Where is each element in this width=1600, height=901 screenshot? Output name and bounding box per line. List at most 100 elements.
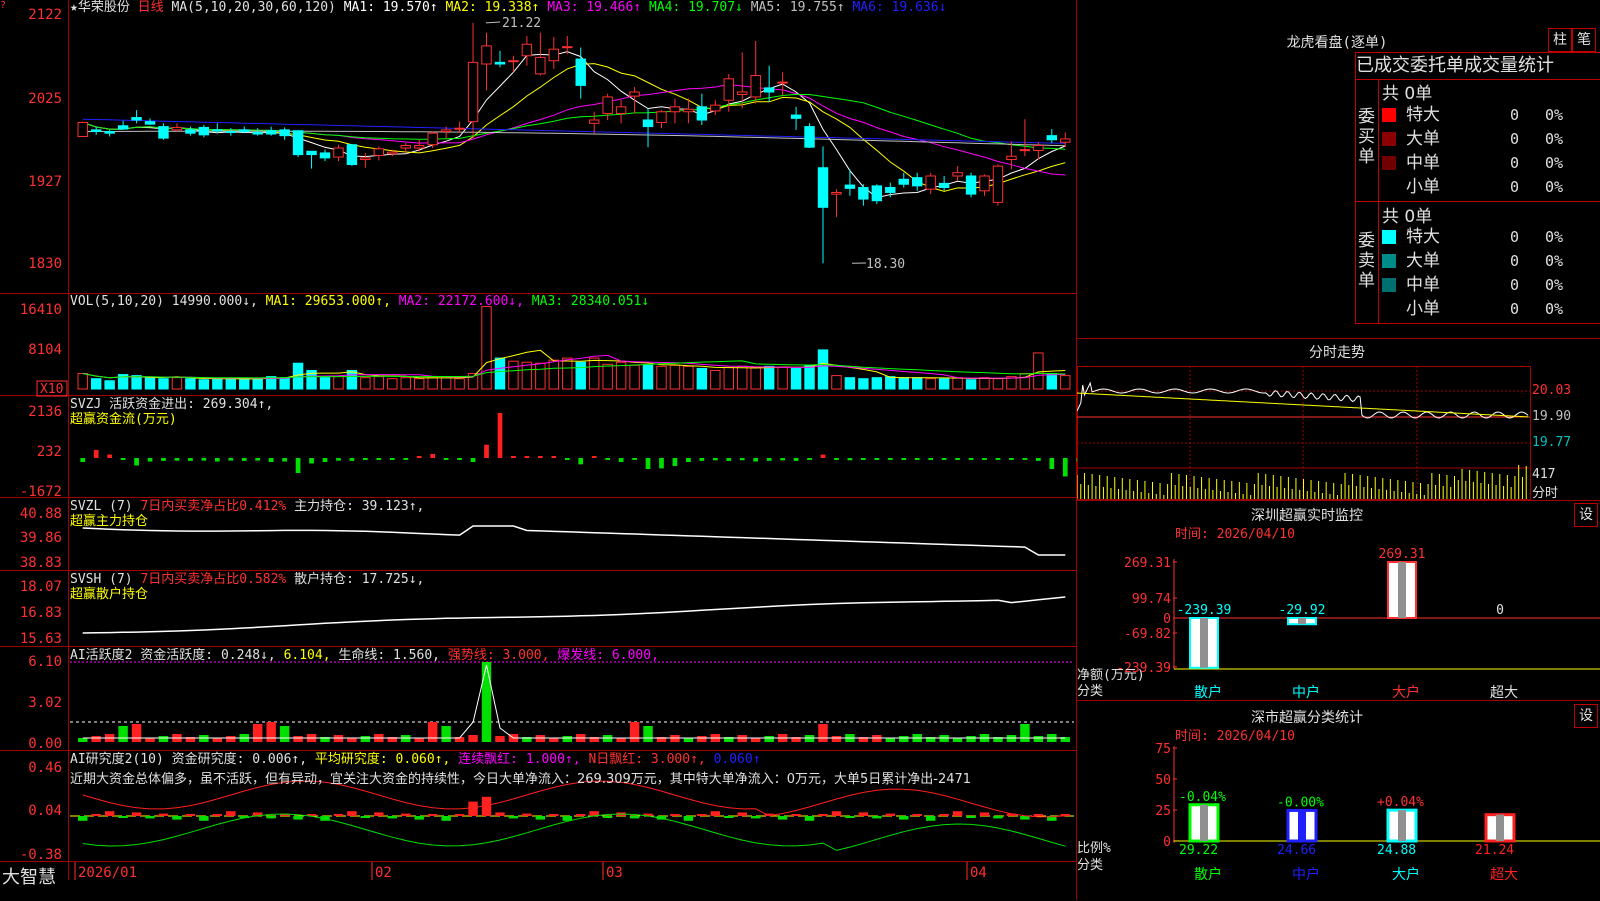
intraday-panel[interactable]: 分时走势 20.03 19.90 19.77 417 分时 [1077, 338, 1600, 501]
candle-body [1034, 146, 1043, 151]
ma10-line [83, 64, 1066, 192]
flow-bar [632, 458, 637, 460]
activity-bar [697, 736, 706, 742]
menu-marker[interactable]: ? [0, 0, 8, 8]
research-bar [266, 816, 275, 818]
flow-bar [309, 458, 314, 463]
monitor-bar-shade [1200, 618, 1208, 668]
color-swatch-icon [1382, 132, 1396, 146]
volume-bar [738, 366, 747, 389]
flow-bar [848, 458, 853, 460]
research-bar [401, 814, 410, 816]
flow-bar [296, 458, 301, 473]
volume-bar [213, 379, 222, 389]
candle-body [293, 131, 302, 155]
research-bar [91, 814, 100, 816]
volume-bar [643, 365, 652, 389]
activity-bar [468, 735, 477, 742]
stats-tabs[interactable]: 已成交委托单成交量统计 [1355, 52, 1600, 80]
volume-bar [226, 379, 235, 389]
volume-bar [320, 378, 329, 389]
activity-bar [818, 724, 827, 742]
candle-body [172, 127, 181, 129]
buy-side-label: 委买单 [1358, 107, 1378, 167]
monitor-bar-shade [1398, 562, 1406, 618]
flow-bar [767, 458, 772, 461]
svzj-tick: 232 [37, 444, 62, 460]
flow-bar [1023, 458, 1028, 460]
candle-body [764, 88, 773, 92]
volume-bar [899, 378, 908, 389]
volume-bar [724, 367, 733, 389]
color-swatch-icon [1382, 180, 1396, 194]
classify-change-label: +0.04% [1377, 795, 1424, 810]
activity-bar [428, 722, 437, 742]
ai2-last: 0.060↑ [714, 752, 761, 767]
activity-bar [91, 736, 100, 742]
buy-total: 共 0单 [1382, 79, 1432, 104]
candle-body [401, 146, 410, 148]
volume-bar [441, 377, 450, 389]
vol-ma20-line [83, 361, 1066, 378]
flow-bar [525, 456, 530, 458]
volume-bar [913, 378, 922, 389]
volume-bar [132, 376, 141, 389]
candle-body [939, 183, 948, 187]
research-bar [293, 816, 302, 820]
buy-row: 中单00% [1380, 151, 1600, 175]
volume-bar [576, 362, 585, 389]
color-swatch-icon [1382, 254, 1396, 268]
monitor-category: 中户 [1292, 684, 1320, 701]
research-bar [738, 812, 747, 816]
ma3-value: MA3: 19.466↑ [547, 0, 641, 15]
research-bar [495, 812, 504, 816]
volume-bar [684, 366, 693, 389]
candle-body [441, 130, 450, 132]
candle-body [859, 188, 868, 200]
volume-bar [1047, 374, 1056, 389]
flow-bar [202, 458, 207, 461]
research-bar [132, 812, 141, 816]
candle-body [253, 132, 262, 134]
candle-body [509, 61, 518, 62]
period-label[interactable]: 日线 [138, 0, 164, 15]
tick-view-button[interactable]: 笔 [1572, 28, 1596, 52]
ai2-nred: N日飘红: 3.000↑, [588, 752, 705, 767]
svsh-tick: 18.07 [20, 579, 62, 595]
candle-body [226, 132, 235, 133]
monitor-ytick: 0 [1163, 612, 1171, 627]
brand-logo[interactable]: 大智慧 [2, 863, 56, 889]
research-bar [603, 816, 612, 818]
research-bar [536, 816, 545, 820]
flow-bar [565, 458, 570, 460]
activity-bar [953, 738, 962, 742]
svzj-label: SVZJ 活跃资金进出: 269.304↑, [70, 397, 273, 412]
classify-ytick: 75 [1155, 742, 1171, 757]
flow-bar [901, 458, 906, 460]
volume-bar [495, 358, 504, 389]
research-bar [226, 811, 235, 816]
activity-bar [159, 736, 168, 742]
volume-bar [415, 379, 424, 389]
volume-bar [78, 374, 87, 389]
volume-bar [105, 381, 114, 389]
candle-body [966, 176, 975, 194]
classify-ytick: 25 [1155, 804, 1171, 819]
flow-bar [471, 458, 476, 462]
volume-bar [872, 378, 881, 389]
candle-body [886, 188, 895, 193]
research-bar [455, 814, 464, 816]
favorite-star-icon[interactable]: ★ [70, 0, 78, 15]
activity-bar [132, 724, 141, 742]
volume-bar [347, 370, 356, 389]
flow-bar [740, 458, 745, 460]
candle-body [778, 82, 787, 83]
research-bar [993, 816, 1002, 818]
volume-bar [845, 378, 854, 389]
bar-view-button[interactable]: 柱 [1548, 28, 1572, 52]
candle-body [845, 185, 854, 188]
date-tick: 02 [375, 865, 392, 881]
research-line-green [83, 814, 1066, 850]
research-bar [711, 811, 720, 816]
svzl-hold: 主力持仓: 39.123↑, [294, 499, 424, 514]
